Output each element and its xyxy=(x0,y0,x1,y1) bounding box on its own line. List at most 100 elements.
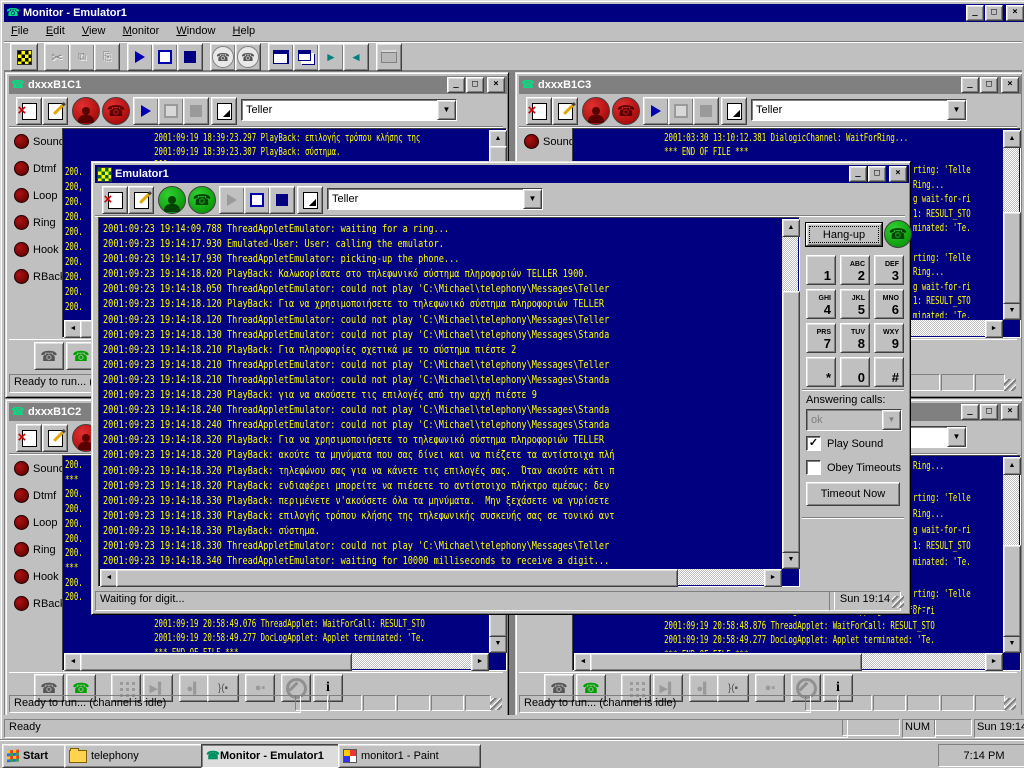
menu-file[interactable]: File xyxy=(4,22,36,40)
halt-button[interactable] xyxy=(177,43,203,71)
stop-channel-button[interactable] xyxy=(668,97,694,125)
minimize-button[interactable]: _ xyxy=(966,5,984,21)
edit-log-button[interactable] xyxy=(128,186,154,214)
user-state-icon[interactable] xyxy=(158,186,186,214)
scroll-right-icon[interactable]: ► xyxy=(471,653,489,671)
close-button[interactable]: × xyxy=(487,77,505,93)
halt-channel-button[interactable] xyxy=(693,97,719,125)
applet-combo[interactable]: Teller ▼ xyxy=(241,99,457,121)
close-button[interactable]: × xyxy=(889,166,907,182)
scroll-right-icon[interactable]: ► xyxy=(764,569,782,587)
halt-channel-button[interactable] xyxy=(269,186,295,214)
applet-combo[interactable]: Teller ▼ xyxy=(327,188,543,210)
main-titlebar[interactable]: ☎ Monitor - Emulator1 _ □ × xyxy=(4,4,1024,22)
hangup-all-button[interactable]: ☎ xyxy=(235,43,261,71)
edit-log-button[interactable] xyxy=(42,97,68,125)
maximize-button[interactable]: □ xyxy=(980,404,998,420)
phone-state-icon[interactable]: ☎ xyxy=(188,186,216,214)
clear-log-button[interactable]: × xyxy=(16,424,42,452)
keypad-key-8[interactable]: TUV8 xyxy=(840,323,870,353)
print-button[interactable] xyxy=(376,43,402,71)
scroll-up-icon[interactable]: ▲ xyxy=(1003,457,1021,475)
vertical-scrollbar[interactable]: ▲ ▼ xyxy=(782,219,798,569)
properties-button[interactable] xyxy=(721,97,747,125)
menu-monitor[interactable]: Monitor xyxy=(116,22,167,40)
titlebar[interactable]: ☎ dxxxB1C1 _ □ × xyxy=(9,76,507,94)
scroll-down-icon[interactable]: ▼ xyxy=(489,635,507,653)
stop-button[interactable] xyxy=(152,43,178,71)
menu-edit[interactable]: Edit xyxy=(39,22,72,40)
clear-log-button[interactable]: × xyxy=(102,186,128,214)
taskbar-item-monitor[interactable]: ☎ Monitor - Emulator1 xyxy=(201,744,344,768)
clear-log-button[interactable]: × xyxy=(526,97,552,125)
clear-log-button[interactable]: × xyxy=(16,97,42,125)
copy-button[interactable]: ⧉ xyxy=(69,43,95,71)
edit-log-button[interactable] xyxy=(552,97,578,125)
combo-dropdown-icon[interactable]: ▼ xyxy=(947,100,966,120)
menu-window[interactable]: Window xyxy=(169,22,222,40)
stop-channel-button[interactable] xyxy=(158,97,184,125)
close-button[interactable]: × xyxy=(1001,77,1019,93)
combo-dropdown-icon[interactable]: ▼ xyxy=(947,427,966,447)
maximize-button[interactable]: □ xyxy=(980,77,998,93)
taskbar-item-telephony[interactable]: telephony xyxy=(64,744,207,768)
maximize-button[interactable]: □ xyxy=(466,77,484,93)
taskbar-item-paint[interactable]: monitor1 - Paint xyxy=(338,744,481,768)
edit-log-button[interactable] xyxy=(42,424,68,452)
timeout-now-button[interactable]: Timeout Now xyxy=(806,482,900,506)
scroll-right-icon[interactable]: ► xyxy=(985,653,1003,671)
horizontal-scrollbar[interactable]: ◄ ► xyxy=(64,653,489,669)
minimize-button[interactable]: _ xyxy=(849,166,867,182)
run-channel-button[interactable] xyxy=(219,186,245,214)
keypad-key-star[interactable]: * xyxy=(806,357,836,387)
applet-combo[interactable]: Teller ▼ xyxy=(751,99,967,121)
keypad-key-6[interactable]: MNO6 xyxy=(874,289,904,319)
phone-state-icon[interactable]: ☎ xyxy=(612,97,640,125)
user-state-icon[interactable] xyxy=(582,97,610,125)
keypad-key-5[interactable]: JKL5 xyxy=(840,289,870,319)
resize-grip[interactable] xyxy=(892,596,904,608)
obey-timeouts-checkbox[interactable]: Obey Timeouts xyxy=(806,460,901,475)
tray-clock[interactable]: 7:14 PM xyxy=(964,750,1005,762)
menu-help[interactable]: Help xyxy=(226,22,263,40)
hangup-button[interactable]: Hang-up xyxy=(806,223,882,246)
next-window-button[interactable]: ► xyxy=(318,43,344,71)
paste-button[interactable]: ⎘ xyxy=(94,43,120,71)
minimize-button[interactable]: _ xyxy=(961,404,979,420)
checkbox-unchecked-icon[interactable] xyxy=(806,460,821,475)
resize-grip[interactable] xyxy=(1004,379,1016,391)
titlebar[interactable]: Emulator1 _ □ × xyxy=(95,165,909,183)
run-channel-button[interactable] xyxy=(133,97,159,125)
user-state-icon[interactable] xyxy=(72,97,100,125)
cascade-windows-button[interactable] xyxy=(293,43,319,71)
scroll-right-icon[interactable]: ► xyxy=(985,320,1003,338)
tile-windows-button[interactable] xyxy=(268,43,294,71)
emulator-log-pane[interactable]: 2001:09:23 19:14:09.788 ThreadAppletEmul… xyxy=(98,217,800,587)
keypad-key-3[interactable]: DEF3 xyxy=(874,255,904,285)
properties-button[interactable] xyxy=(211,97,237,125)
maximize-button[interactable]: □ xyxy=(868,166,886,182)
properties-button[interactable] xyxy=(297,186,323,214)
close-button[interactable]: × xyxy=(1001,404,1019,420)
resize-grip[interactable] xyxy=(490,698,502,710)
run-channel-button[interactable] xyxy=(643,97,669,125)
scroll-down-icon[interactable]: ▼ xyxy=(1003,302,1021,320)
keypad-key-2[interactable]: ABC2 xyxy=(840,255,870,285)
scroll-up-icon[interactable]: ▲ xyxy=(1003,130,1021,148)
start-button[interactable]: Start xyxy=(2,744,69,768)
scroll-up-icon[interactable]: ▲ xyxy=(782,219,800,237)
scroll-down-icon[interactable]: ▼ xyxy=(782,551,800,569)
stop-channel-button[interactable] xyxy=(244,186,270,214)
combo-dropdown-icon[interactable]: ▼ xyxy=(523,189,542,209)
run-button[interactable] xyxy=(127,43,153,71)
combo-dropdown-icon[interactable]: ▼ xyxy=(437,100,456,120)
vertical-scrollbar[interactable]: ▲ ▼ xyxy=(1003,457,1019,653)
vertical-scrollbar[interactable]: ▲ ▼ xyxy=(1003,130,1019,320)
minimize-button[interactable]: _ xyxy=(961,77,979,93)
resize-grip[interactable] xyxy=(1004,698,1016,710)
minimize-button[interactable]: _ xyxy=(447,77,465,93)
prev-window-button[interactable]: ◄ xyxy=(343,43,369,71)
scroll-down-icon[interactable]: ▼ xyxy=(1003,635,1021,653)
keypad-key-4[interactable]: GHI4 xyxy=(806,289,836,319)
keypad-key-0[interactable]: 0 xyxy=(840,357,870,387)
